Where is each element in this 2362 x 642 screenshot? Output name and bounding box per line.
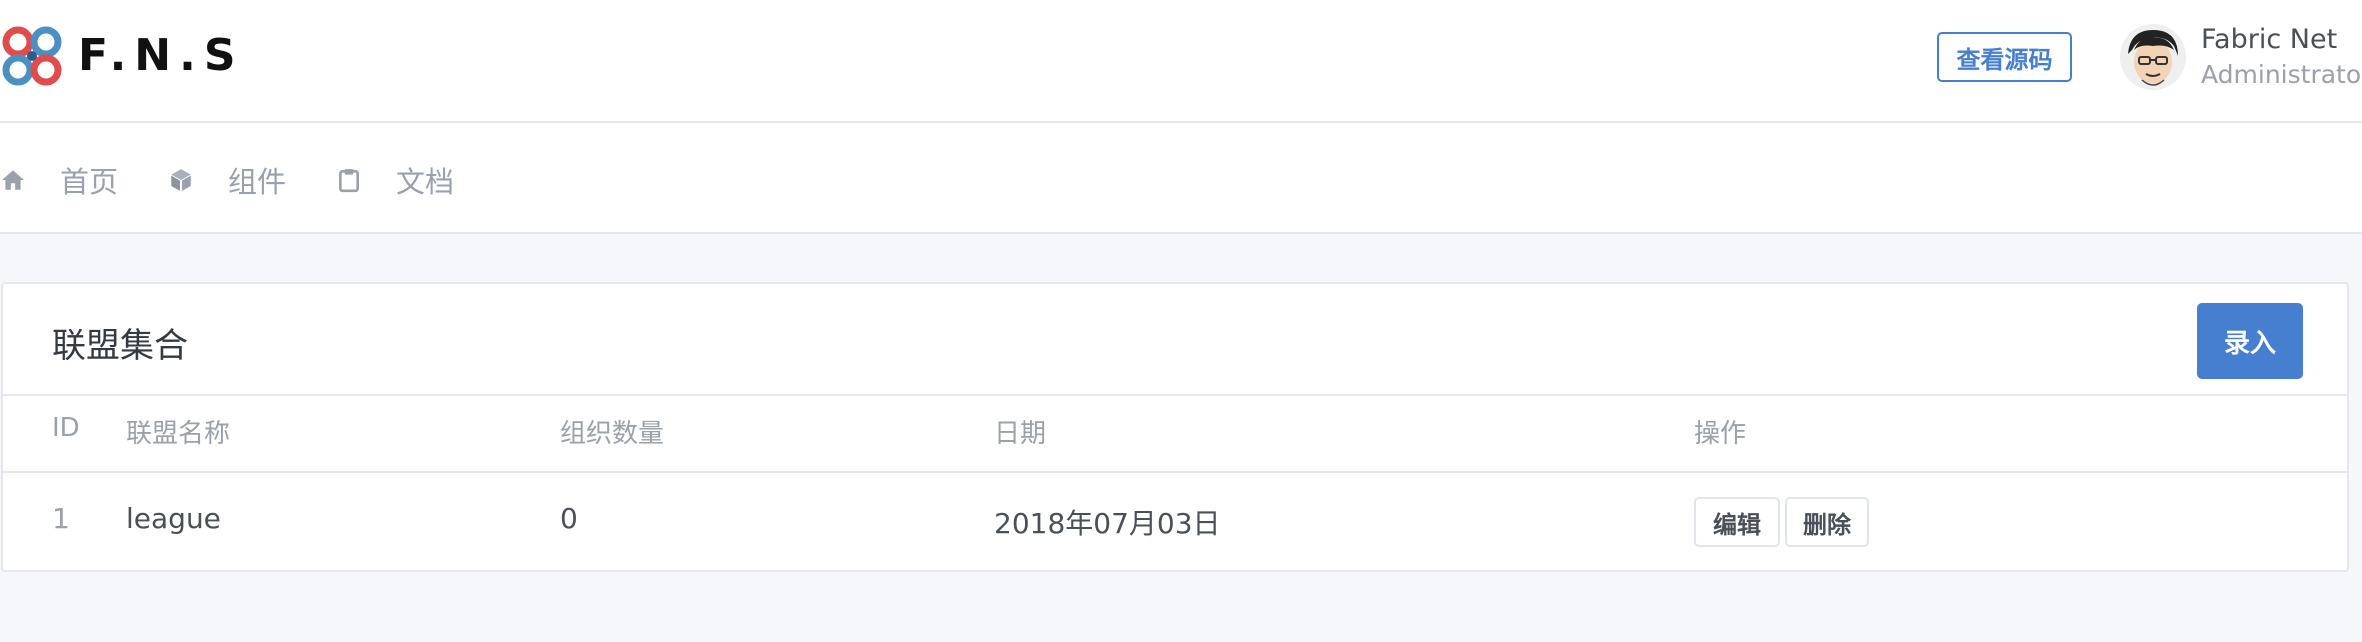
delete-button[interactable]: 删除 <box>1785 497 1869 547</box>
cell-date: 2018年07月03日 <box>994 507 1221 540</box>
box-icon <box>171 169 191 191</box>
edit-button[interactable]: 编辑 <box>1694 497 1780 547</box>
user-avatar-icon <box>2120 24 2186 90</box>
cell-org-count: 0 <box>560 502 578 535</box>
league-card: 联盟集合 录入 ID 联盟名称 组织数量 日期 操作 1 league 0 20… <box>1 282 2349 572</box>
home-icon <box>2 170 24 190</box>
user-name[interactable]: Fabric Net <box>2201 24 2337 55</box>
cell-name: league <box>126 502 221 535</box>
nav-item-label: 组件 <box>228 165 287 199</box>
column-header-actions: 操作 <box>1694 419 1747 449</box>
cell-id: 1 <box>52 502 70 535</box>
nav-item-label: 文档 <box>396 165 455 199</box>
card-header: 联盟集合 录入 <box>3 284 2347 396</box>
nav-item-docs[interactable]: 文档 <box>336 159 454 201</box>
view-source-button[interactable]: 查看源码 <box>1937 32 2072 82</box>
column-header-name: 联盟名称 <box>126 419 231 449</box>
column-header-org-count: 组织数量 <box>560 419 665 449</box>
clipboard-icon <box>339 169 359 193</box>
nav-item-label: 首页 <box>60 165 119 199</box>
nav-item-home[interactable]: 首页 <box>0 159 118 201</box>
column-header-date: 日期 <box>994 419 1047 449</box>
table-divider <box>3 471 2347 473</box>
nav-item-components[interactable]: 组件 <box>168 159 286 201</box>
column-header-id: ID <box>52 413 80 443</box>
avatar[interactable] <box>2120 24 2186 90</box>
main-nav: 首页 组件 文档 <box>0 123 2362 234</box>
card-title: 联盟集合 <box>52 326 188 366</box>
add-button[interactable]: 录入 <box>2197 303 2303 379</box>
user-role: Administrator <box>2201 60 2362 89</box>
fns-logo-icon[interactable] <box>0 24 64 88</box>
top-header: F.N.S 查看源码 Fabric Net Administrator <box>0 0 2362 123</box>
brand-title[interactable]: F.N.S <box>78 30 244 81</box>
